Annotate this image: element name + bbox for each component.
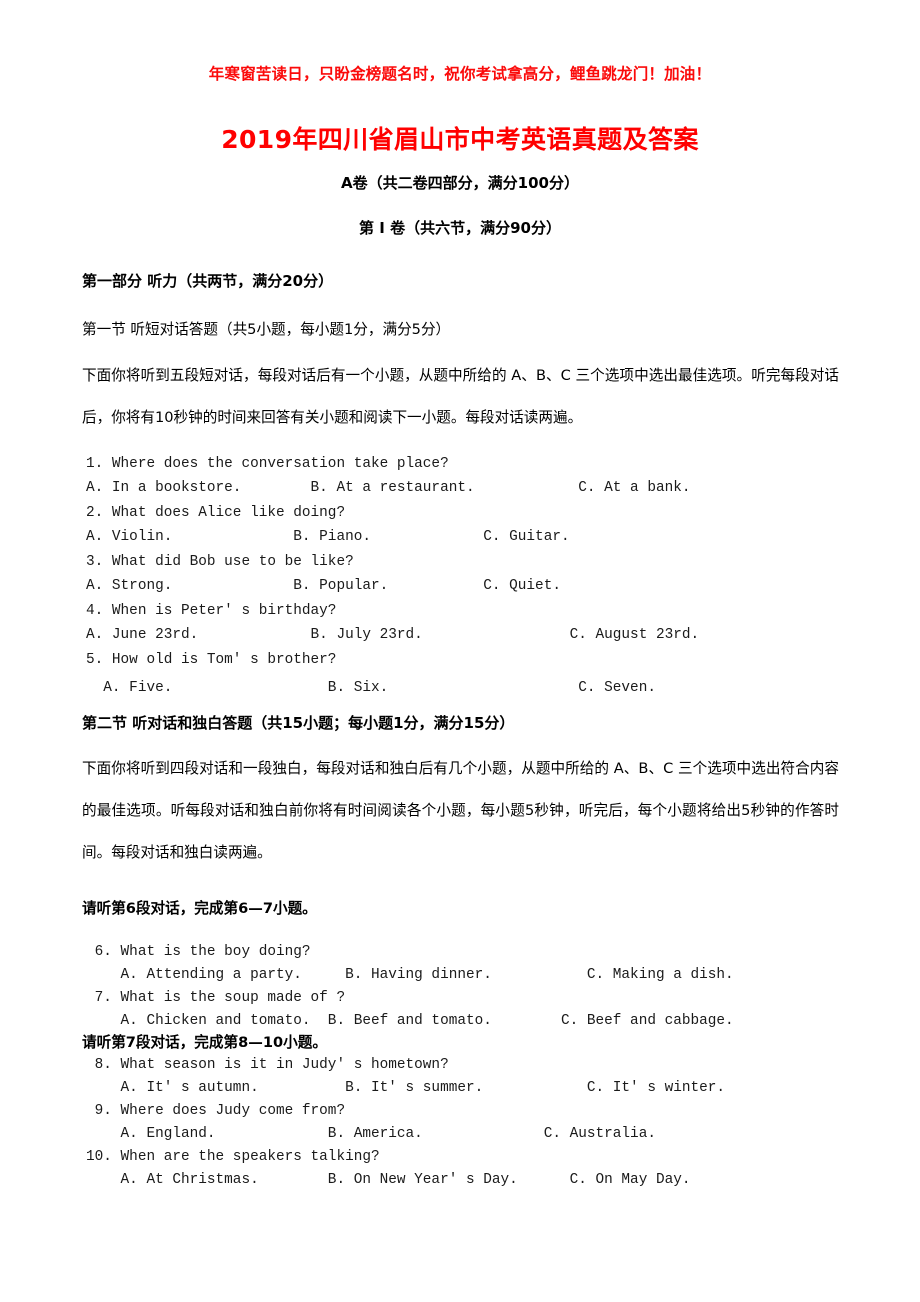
section-one-heading: 第一节 听短对话答题（共5小题，每小题1分，满分5分） [82,321,451,338]
question-7-options: A. Chicken and tomato. B. Beef and tomat… [86,1013,734,1029]
question-10-options: A. At Christmas. B. On New Year' s Day. … [86,1172,691,1188]
question-3-stem: 3. What did Bob use to be like? [86,554,354,570]
question-8-stem: 8. What season is it in Judy' s hometown… [86,1057,449,1073]
exam-page: 年寒窗苦读日，只盼金榜题名时，祝你考试拿高分，鲤鱼跳龙门！加油！ 2019年四川… [0,0,920,1302]
section-two-heading: 第二节 听对话和独白答题（共15小题；每小题1分，满分15分） [82,714,515,732]
question-4-stem: 4. When is Peter' s birthday? [86,603,337,619]
question-5-stem: 5. How old is Tom' s brother? [86,652,337,668]
question-6-options: A. Attending a party. B. Having dinner. … [86,967,734,983]
section-two-instruction: 下面你将听到四段对话和一段独白，每段对话和独白后有几个小题，从题中所给的 A、B… [82,760,839,861]
question-8-options: A. It' s autumn. B. It' s summer. C. It'… [86,1080,726,1096]
encouragement-banner: 年寒窗苦读日，只盼金榜题名时，祝你考试拿高分，鲤鱼跳龙门！加油！ [208,65,712,83]
section-one-instruction: 下面你将听到五段短对话，每段对话后有一个小题，从题中所给的 A、B、C 三个选项… [82,367,839,426]
question-10-stem: 10. When are the speakers talking? [86,1149,380,1165]
question-5-options: A. Five. B. Six. C. Seven. [86,680,656,696]
question-7-stem: 7. What is the soup made of ? [86,990,346,1006]
question-1-stem: 1. Where does the conversation take plac… [86,456,449,472]
question-2-stem: 2. What does Alice like doing? [86,505,346,521]
question-1-options: A. In a bookstore. B. At a restaurant. C… [86,480,691,496]
volume-one-subtitle: 第 Ⅰ 卷（共六节，满分90分） [359,219,561,237]
question-2-options: A. Violin. B. Piano. C. Guitar. [86,529,570,545]
question-9-options: A. England. B. America. C. Australia. [86,1126,656,1142]
cue-dialog-7: 请听第7段对话，完成第8—10小题。 [82,1034,327,1051]
paper-a-subtitle: A卷（共二卷四部分，满分100分） [341,174,579,192]
part-one-heading: 第一部分 听力（共两节，满分20分） [82,272,334,290]
page-title: 2019年四川省眉山市中考英语真题及答案 [221,125,699,154]
question-6-stem: 6. What is the boy doing? [86,944,311,960]
question-4-options: A. June 23rd. B. July 23rd. C. August 23… [86,627,700,643]
question-3-options: A. Strong. B. Popular. C. Quiet. [86,578,561,594]
cue-dialog-6: 请听第6段对话，完成第6—7小题。 [82,900,317,917]
question-9-stem: 9. Where does Judy come from? [86,1103,346,1119]
